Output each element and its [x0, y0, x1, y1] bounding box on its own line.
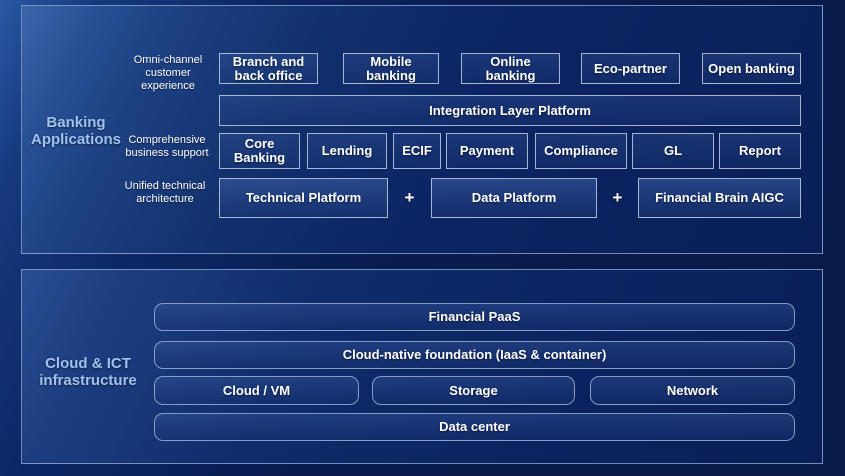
- box-ecif: ECIF: [393, 133, 441, 169]
- cloud-ict-panel: Cloud & ICT infrastructure Financial Paa…: [21, 269, 823, 464]
- box-integration-layer-platform: Integration Layer Platform: [219, 95, 801, 126]
- row-label-unified-architecture: Unified technical architecture: [113, 180, 217, 206]
- box-payment: Payment: [446, 133, 528, 169]
- box-gl: GL: [632, 133, 714, 169]
- box-data-platform: Data Platform: [431, 178, 597, 218]
- box-core-banking: Core Banking: [219, 133, 300, 169]
- box-data-center: Data center: [154, 413, 795, 441]
- box-financial-brain-aigc: Financial Brain AIGC: [638, 178, 801, 218]
- box-cloud-native-foundation: Cloud-native foundation (IaaS & containe…: [154, 341, 795, 369]
- plus-sign: +: [597, 178, 638, 218]
- box-compliance: Compliance: [535, 133, 627, 169]
- box-cloud-vm: Cloud / VM: [154, 376, 359, 405]
- box-open-banking: Open banking: [702, 53, 801, 84]
- box-lending: Lending: [307, 133, 387, 169]
- row-label-omni-channel: Omni-channel customer experience: [117, 54, 219, 93]
- architecture-diagram: Banking Applications Omni-channel custom…: [0, 0, 845, 476]
- box-storage: Storage: [372, 376, 575, 405]
- box-online-banking: Online banking: [461, 53, 560, 84]
- row-label-business-support: Comprehensive business support: [113, 134, 221, 160]
- box-network: Network: [590, 376, 795, 405]
- box-eco-partner: Eco-partner: [581, 53, 680, 84]
- banking-applications-panel: Banking Applications Omni-channel custom…: [21, 5, 823, 254]
- plus-sign: +: [388, 178, 431, 218]
- box-branch-back-office: Branch and back office: [219, 53, 318, 84]
- box-technical-platform: Technical Platform: [219, 178, 388, 218]
- box-financial-paas: Financial PaaS: [154, 303, 795, 331]
- box-mobile-banking: Mobile banking: [343, 53, 439, 84]
- cloud-panel-title: Cloud & ICT infrastructure: [31, 355, 145, 389]
- box-report: Report: [719, 133, 801, 169]
